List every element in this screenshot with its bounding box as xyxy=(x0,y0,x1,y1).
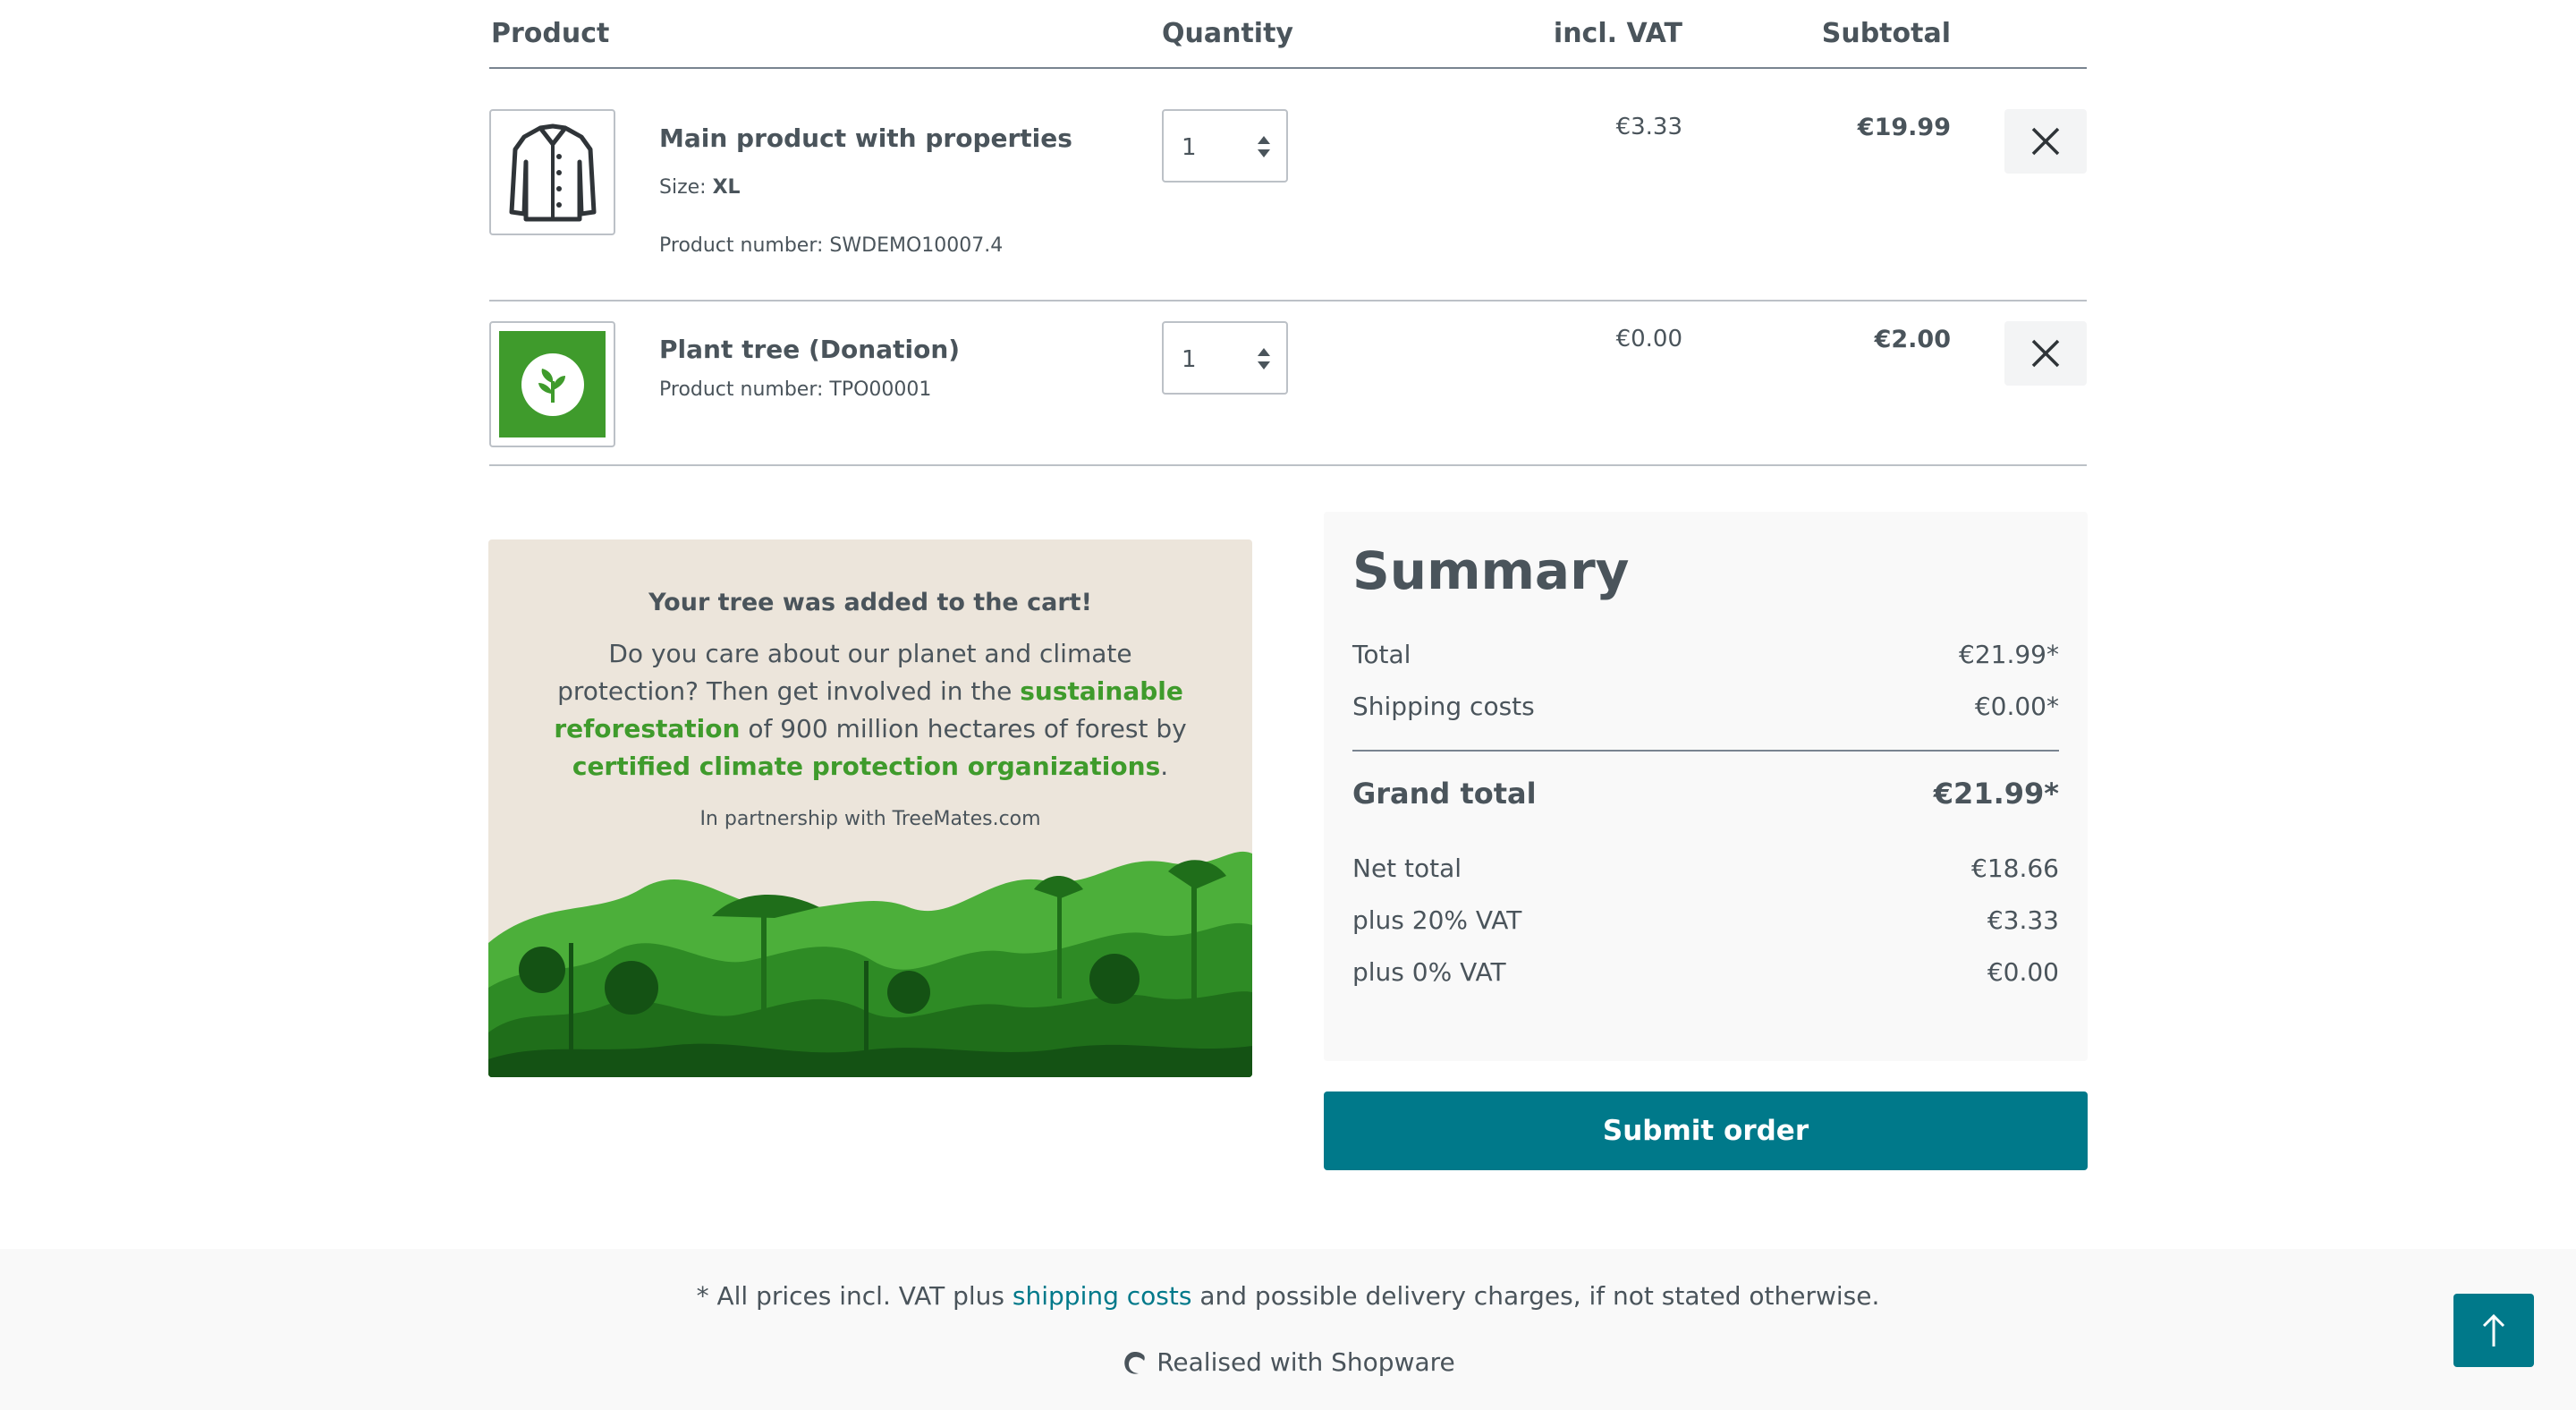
product-size: Size: XL xyxy=(659,176,741,199)
summary-shipping-row: Shipping costs €0.00* xyxy=(1352,692,2059,721)
grand-total-value: €21.99* xyxy=(1933,777,2059,811)
footer: * All prices incl. VAT plus shipping cos… xyxy=(0,1249,2576,1410)
header-quantity: Quantity xyxy=(1162,18,1293,49)
summary-value: €0.00 xyxy=(1987,957,2059,987)
tree-donation-promo: Your tree was added to the cart! Do you … xyxy=(488,539,1252,1077)
remove-item-button[interactable] xyxy=(2004,109,2087,174)
cart-item-row: Main product with properties Size: XL Pr… xyxy=(489,69,2087,302)
summary-value: €0.00* xyxy=(1974,692,2059,721)
product-image-link[interactable] xyxy=(489,321,615,447)
item-subtotal: €19.99 xyxy=(1857,114,1951,141)
product-image-link[interactable] xyxy=(489,109,615,235)
promo-text: Do you care about our planet and climate… xyxy=(554,639,1187,781)
summary-vat-0-row: plus 0% VAT €0.00 xyxy=(1352,957,2059,987)
climate-organizations-link[interactable]: certified climate protection organizatio… xyxy=(572,752,1160,781)
summary-value: €18.66 xyxy=(1971,854,2059,883)
footer-vat-note: * All prices incl. VAT plus shipping cos… xyxy=(696,1281,1880,1311)
select-arrows-icon xyxy=(1258,134,1270,159)
summary-label: Net total xyxy=(1352,854,1462,883)
quantity-select[interactable]: 1 xyxy=(1162,321,1288,395)
cart-table: Product Quantity incl. VAT Subtotal Main… xyxy=(489,0,2087,466)
quantity-value: 1 xyxy=(1182,346,1197,373)
product-name-link[interactable]: Main product with properties xyxy=(659,123,1072,153)
promo-partner: In partnership with TreeMates.com xyxy=(699,808,1041,830)
item-subtotal: €2.00 xyxy=(1874,326,1951,353)
promo-title: Your tree was added to the cart! xyxy=(648,589,1092,616)
summary-label: plus 20% VAT xyxy=(1352,905,1522,935)
product-number: Product number: TPO00001 xyxy=(659,378,932,401)
summary-label: plus 0% VAT xyxy=(1352,957,1506,987)
item-vat-price: €3.33 xyxy=(1615,114,1682,140)
product-number: Product number: SWDEMO10007.4 xyxy=(659,234,1004,257)
jacket-icon xyxy=(509,123,596,221)
select-arrows-icon xyxy=(1258,346,1270,371)
cart-item-row: Plant tree (Donation) Product number: TP… xyxy=(489,302,2087,466)
grand-total-label: Grand total xyxy=(1352,777,1537,811)
size-value: XL xyxy=(712,176,741,199)
item-vat-price: €0.00 xyxy=(1615,326,1682,352)
summary-title: Summary xyxy=(1352,540,1630,601)
size-label: Size: xyxy=(659,176,707,199)
summary-divider xyxy=(1352,750,2059,752)
submit-order-button[interactable]: Submit order xyxy=(1324,1091,2088,1170)
close-icon xyxy=(2031,339,2060,368)
shipping-costs-link[interactable]: shipping costs xyxy=(1013,1281,1192,1311)
product-name-link[interactable]: Plant tree (Donation) xyxy=(659,335,960,364)
cart-table-header: Product Quantity incl. VAT Subtotal xyxy=(489,0,2087,69)
summary-value: €3.33 xyxy=(1987,905,2059,935)
footer-brand-text: Realised with Shopware xyxy=(1157,1347,1455,1377)
arrow-up-icon xyxy=(2482,1313,2505,1346)
scroll-to-top-button[interactable] xyxy=(2453,1294,2534,1367)
shopware-logo-icon xyxy=(1124,1351,1145,1374)
summary-label: Shipping costs xyxy=(1352,692,1535,721)
quantity-value: 1 xyxy=(1182,134,1197,161)
quantity-select[interactable]: 1 xyxy=(1162,109,1288,183)
summary-label: Total xyxy=(1352,640,1411,669)
order-summary: Summary Total €21.99* Shipping costs €0.… xyxy=(1324,512,2088,1061)
summary-grand-total-row: Grand total €21.99* xyxy=(1352,777,2059,811)
summary-net-total-row: Net total €18.66 xyxy=(1352,854,2059,883)
remove-item-button[interactable] xyxy=(2004,321,2087,386)
header-product: Product xyxy=(491,18,610,49)
summary-value: €21.99* xyxy=(1959,640,2059,669)
header-incl-vat: incl. VAT xyxy=(1553,18,1682,49)
forest-illustration xyxy=(488,851,1252,1077)
summary-vat-20-row: plus 20% VAT €3.33 xyxy=(1352,905,2059,935)
tree-donation-image xyxy=(499,331,606,437)
header-subtotal: Subtotal xyxy=(1821,18,1951,49)
summary-total-row: Total €21.99* xyxy=(1352,640,2059,669)
close-icon xyxy=(2031,127,2060,156)
tree-leaf-icon xyxy=(538,368,565,403)
footer-brand-link[interactable]: Realised with Shopware xyxy=(0,1347,2576,1377)
